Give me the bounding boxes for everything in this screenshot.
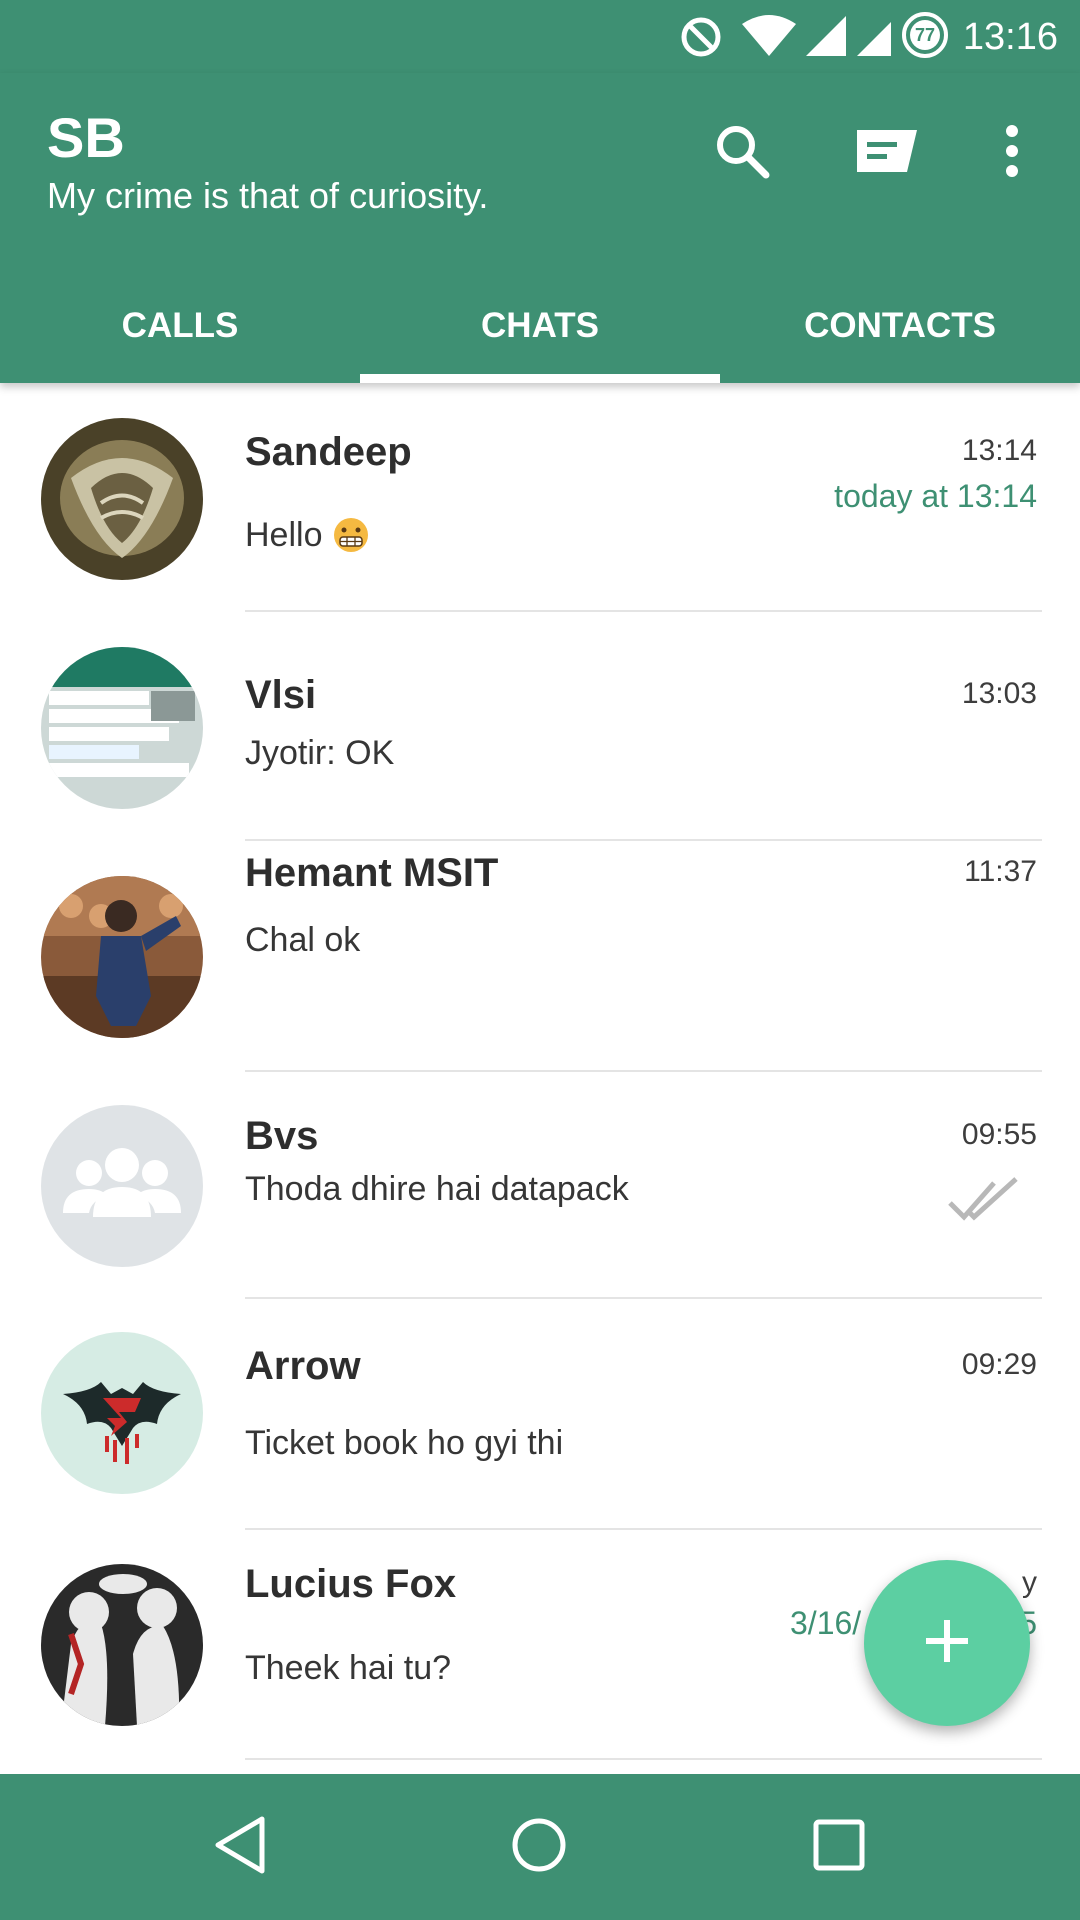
status-time: 13:16 bbox=[962, 16, 1058, 58]
chat-time: 09:55 bbox=[961, 1118, 1037, 1151]
message-text: Hello bbox=[245, 516, 323, 554]
chat-last-message: Thoda dhire hai datapack bbox=[245, 1170, 629, 1208]
tab-calls[interactable]: CALLS bbox=[0, 268, 360, 383]
avatar bbox=[41, 1564, 203, 1726]
page-title: SB bbox=[47, 106, 125, 169]
chat-subtime: 3/16/ bbox=[790, 1605, 862, 1641]
avatar bbox=[41, 418, 203, 580]
do-not-disturb-icon bbox=[678, 14, 724, 65]
search-button[interactable] bbox=[702, 113, 782, 193]
chat-name: Lucius Fox bbox=[245, 1562, 457, 1606]
tab-indicator bbox=[360, 374, 720, 383]
avatar bbox=[41, 647, 203, 809]
chat-time: 09:29 bbox=[961, 1348, 1037, 1381]
battery-icon: 77 bbox=[900, 10, 950, 60]
status-bar: 77 13:16 bbox=[0, 0, 1080, 73]
chat-name: Arrow bbox=[245, 1344, 361, 1388]
wifi-icon bbox=[740, 14, 798, 65]
screen: 77 13:16 SB My crime is that of curiosit… bbox=[0, 0, 1080, 1920]
chat-subtime: today at 13:14 bbox=[834, 478, 1037, 514]
signal-icon bbox=[804, 14, 848, 65]
status-message: My crime is that of curiosity. bbox=[47, 175, 489, 216]
more-options-icon bbox=[1002, 121, 1022, 186]
double-check-icon bbox=[946, 1177, 1022, 1228]
chat-time: 11:37 bbox=[964, 855, 1037, 888]
chat-item-sandeep[interactable]: Sandeep 13:14 today at 13:14 Hello bbox=[0, 383, 1080, 612]
new-message-icon bbox=[851, 124, 921, 183]
chat-time: 13:14 bbox=[961, 434, 1037, 467]
chat-time: y bbox=[1022, 1566, 1037, 1599]
chat-name: Hemant MSIT bbox=[245, 851, 499, 895]
avatar bbox=[41, 1105, 203, 1267]
chat-last-message: Chal ok bbox=[245, 921, 361, 959]
chat-item-arrow[interactable]: Arrow 09:29 Ticket book ho gyi thi bbox=[0, 1299, 1080, 1530]
home-icon bbox=[509, 1815, 569, 1880]
chat-name: Bvs bbox=[245, 1114, 319, 1158]
home-button[interactable] bbox=[494, 1802, 584, 1892]
signal-icon bbox=[855, 14, 893, 65]
new-chat-fab[interactable] bbox=[864, 1560, 1030, 1726]
search-icon bbox=[712, 121, 772, 186]
back-button[interactable] bbox=[195, 1802, 285, 1892]
back-icon bbox=[212, 1815, 268, 1880]
navigation-bar bbox=[0, 1774, 1080, 1920]
chat-last-message: Ticket book ho gyi thi bbox=[245, 1424, 564, 1462]
app-header: SB My crime is that of curiosity. CALLS … bbox=[0, 73, 1080, 383]
chat-name: Sandeep bbox=[245, 430, 412, 474]
tab-label: CALLS bbox=[121, 305, 239, 345]
tab-bar: CALLS CHATS CONTACTS bbox=[0, 268, 1080, 383]
tab-label: CHATS bbox=[481, 305, 599, 345]
tab-contacts[interactable]: CONTACTS bbox=[720, 268, 1080, 383]
more-options-button[interactable] bbox=[972, 113, 1052, 193]
chat-name: Vlsi bbox=[245, 673, 317, 717]
grimacing-emoji-icon bbox=[332, 516, 370, 565]
chat-last-message: Theek hai tu? bbox=[245, 1649, 452, 1687]
plus-icon bbox=[924, 1618, 970, 1669]
tab-label: CONTACTS bbox=[804, 305, 996, 345]
recents-icon bbox=[811, 1817, 867, 1878]
recents-button[interactable] bbox=[794, 1802, 884, 1892]
chat-last-message: Hello bbox=[245, 513, 370, 565]
avatar bbox=[41, 876, 203, 1038]
chat-time: 13:03 bbox=[961, 677, 1037, 710]
chat-item-vlsi[interactable]: Vlsi 13:03 Jyotir: OK bbox=[0, 612, 1080, 841]
divider bbox=[245, 1758, 1042, 1760]
avatar bbox=[41, 1332, 203, 1494]
chat-item-bvs[interactable]: Bvs 09:55 Thoda dhire hai datapack bbox=[0, 1070, 1080, 1299]
chat-item-hemant-msit[interactable]: Hemant MSIT 11:37 Chal ok bbox=[0, 841, 1080, 1072]
tab-chats[interactable]: CHATS bbox=[360, 268, 720, 383]
battery-level: 77 bbox=[914, 24, 936, 45]
chat-last-message: Jyotir: OK bbox=[245, 734, 395, 772]
new-message-button[interactable] bbox=[846, 113, 926, 193]
